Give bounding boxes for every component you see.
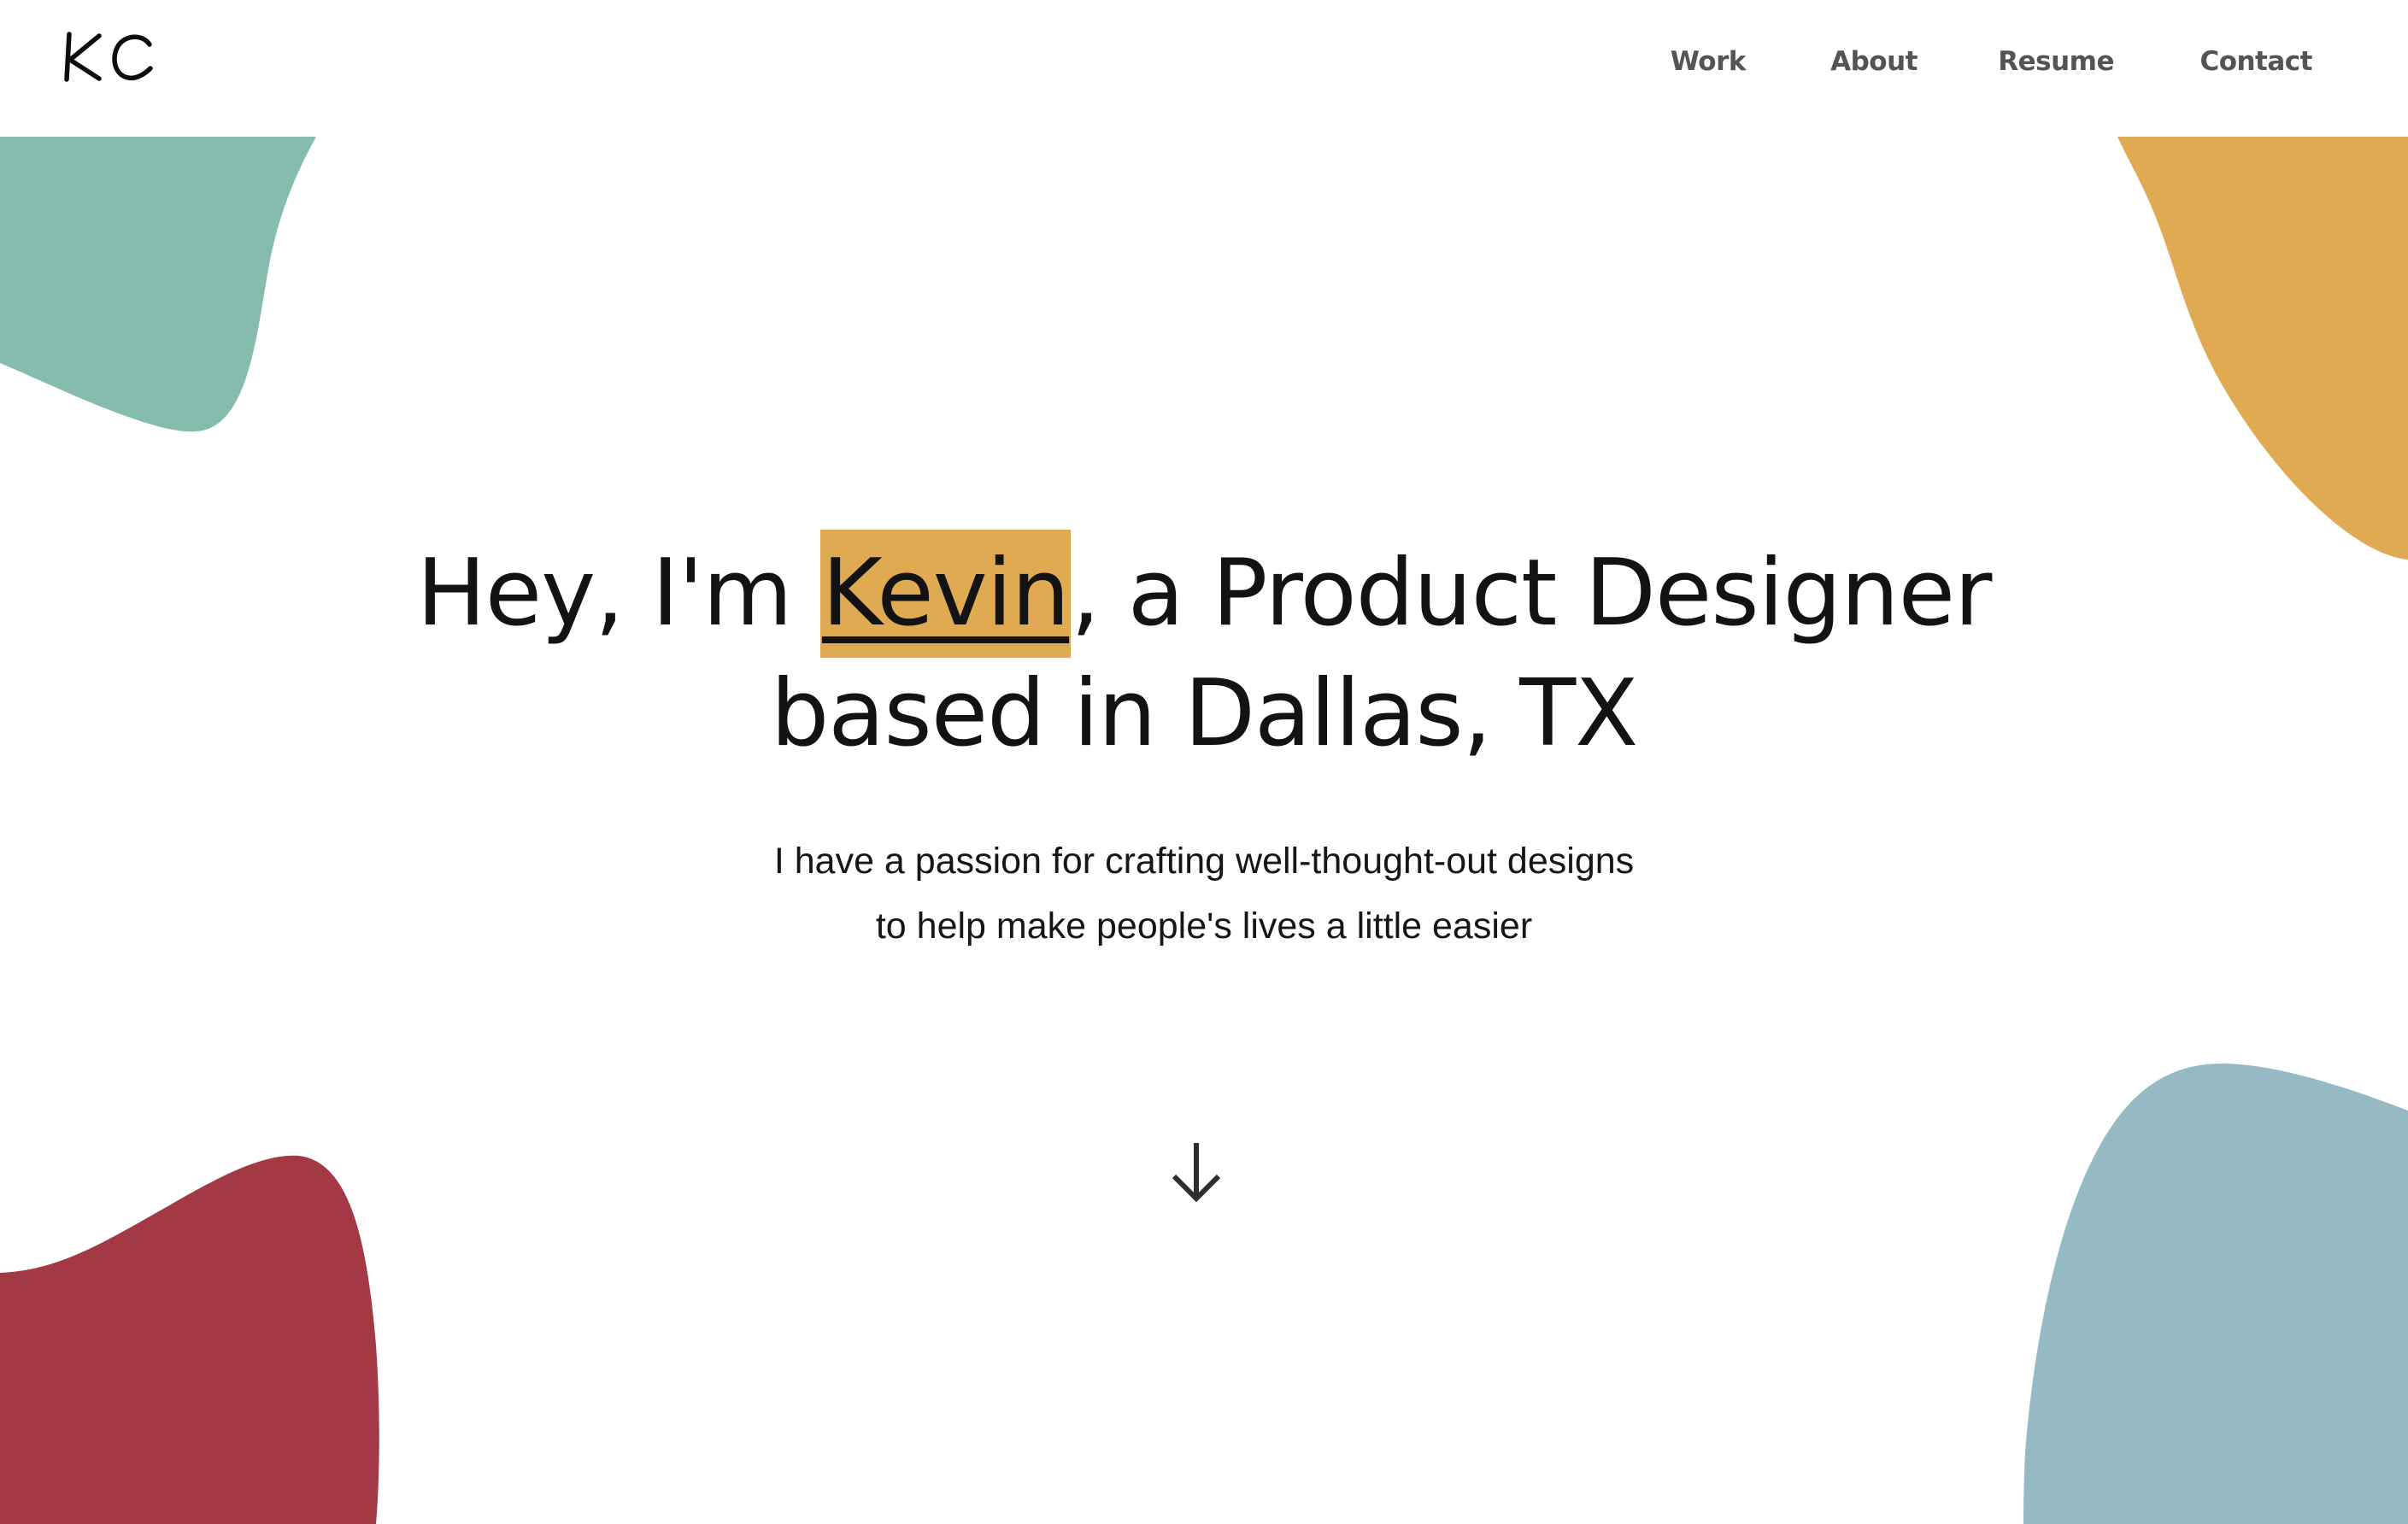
teal-blob-decoration: [0, 137, 316, 432]
blue-blob-decoration: [2023, 1064, 2408, 1524]
portfolio-page: KC Work About Resume Contact Hey, I'm Ke…: [0, 0, 2408, 1524]
hero-title-line-2: based in Dallas, TX: [770, 660, 1639, 767]
hero-subtitle: I have a passion for crafting well-thoug…: [0, 829, 2408, 958]
hero-title-line-1: Hey, I'm Kevin, a Product Designer: [0, 530, 2408, 658]
red-blob-shape: [0, 1155, 379, 1524]
gold-blob-shape: [2117, 137, 2408, 560]
nav-link-resume[interactable]: Resume: [1998, 46, 2114, 77]
site-header: KC Work About Resume Contact: [0, 0, 2408, 137]
nav-link-about[interactable]: About: [1830, 46, 1918, 77]
hero-title-suffix: , a Product Designer: [1071, 540, 1992, 647]
name-highlight-link[interactable]: Kevin: [819, 530, 1072, 658]
gold-blob-decoration: [2117, 137, 2408, 560]
arrow-down-icon[interactable]: [1166, 1139, 1226, 1207]
hero-subtitle-line-1: I have a passion for crafting well-thoug…: [773, 841, 1635, 882]
nav-link-contact[interactable]: Contact: [2200, 46, 2312, 77]
kc-logo[interactable]: KC: [62, 24, 156, 92]
hero-section: Hey, I'm Kevin, a Product Designer based…: [0, 530, 2408, 958]
nav-link-work[interactable]: Work: [1671, 46, 1747, 77]
hero-title: Hey, I'm Kevin, a Product Designer based…: [0, 530, 2408, 771]
hero-subtitle-line-2: to help make people's lives a little eas…: [875, 906, 1533, 947]
hero-title-prefix: Hey, I'm: [416, 540, 820, 647]
red-blob-decoration: [0, 1155, 379, 1524]
teal-blob-shape: [0, 137, 316, 432]
blue-blob-shape: [2023, 1064, 2408, 1524]
